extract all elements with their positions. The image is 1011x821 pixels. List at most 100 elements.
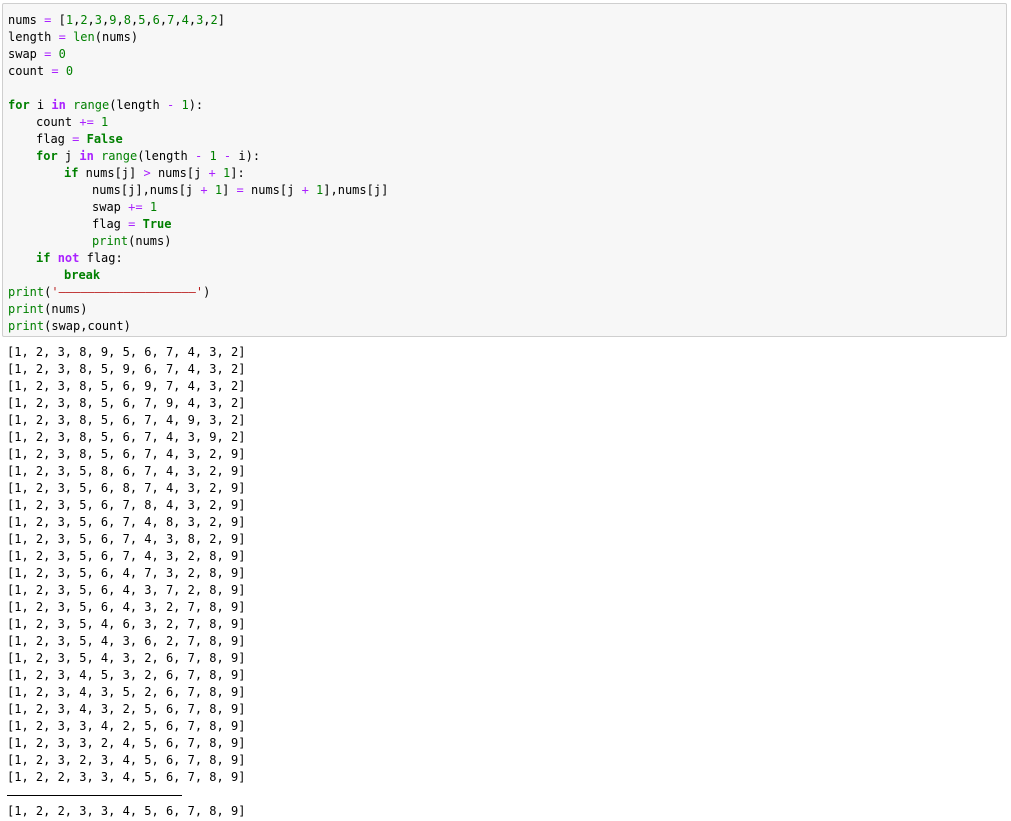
code-token: +=: [128, 200, 143, 214]
code-token: length: [8, 30, 52, 44]
code-token: 0: [65, 64, 74, 78]
code-token: 3: [94, 13, 103, 27]
output-line: [1, 2, 3, 5, 6, 4, 7, 3, 2, 8, 9]: [7, 566, 246, 580]
code-token: for: [8, 98, 30, 112]
output-separator-rule: [7, 795, 182, 796]
code-line: print(nums): [8, 233, 1006, 250]
code-token: print: [8, 285, 45, 299]
code-token: 0: [58, 47, 66, 61]
code-token: [: [58, 13, 66, 27]
output-line: [1, 2, 3, 8, 5, 9, 6, 7, 4, 3, 2]: [7, 362, 246, 376]
code-token: nums: [8, 13, 37, 27]
code-token: 4: [181, 13, 189, 27]
code-token: len: [73, 30, 95, 44]
code-token: 1: [101, 115, 109, 129]
output-line: [1, 2, 3, 4, 5, 3, 2, 6, 7, 8, 9]: [7, 668, 246, 682]
output-line: [1, 2, 3, 8, 5, 6, 7, 4, 3, 9, 2]: [7, 430, 246, 444]
output-line: [1, 2, 3, 8, 5, 6, 7, 4, 9, 3, 2]: [7, 413, 246, 427]
code-line: print('———————————————————'): [8, 284, 1006, 301]
code-token: nums[j: [150, 166, 209, 180]
output-line: [1, 2, 3, 5, 6, 4, 3, 7, 2, 8, 9]: [7, 583, 246, 597]
code-token: +=: [79, 115, 94, 129]
cell-output: [1, 2, 3, 8, 9, 5, 6, 7, 4, 3, 2] [1, 2, …: [7, 344, 1007, 786]
code-line: swap = 0: [8, 46, 1006, 63]
code-token: 1: [214, 183, 223, 197]
code-token: +: [301, 183, 309, 197]
code-token: swap: [92, 200, 121, 214]
code-token: ]: [222, 183, 237, 197]
code-token: flag:: [79, 251, 123, 265]
code-token: True: [142, 217, 172, 231]
code-token: ,: [145, 13, 153, 27]
code-token: i):: [231, 149, 261, 163]
code-token: ]: [217, 13, 225, 27]
code-token: print: [8, 302, 45, 316]
code-token: nums[j]: [78, 166, 144, 180]
code-token: (length: [137, 149, 195, 163]
code-token: if: [36, 251, 51, 265]
output-line: [1, 2, 3, 8, 9, 5, 6, 7, 4, 3, 2]: [7, 345, 246, 359]
code-token: 1: [65, 13, 74, 27]
output-line: [1, 2, 3, 8, 5, 6, 7, 9, 4, 3, 2]: [7, 396, 246, 410]
code-token: ,: [188, 13, 197, 27]
code-line: break: [8, 267, 1006, 284]
code-token: swap: [8, 47, 37, 61]
output-line: [1, 2, 3, 4, 3, 5, 2, 6, 7, 8, 9]: [7, 685, 246, 699]
code-line: print(swap,count): [8, 318, 1006, 335]
code-line: swap += 1: [8, 199, 1006, 216]
code-token: print: [92, 234, 129, 248]
code-token: 1: [149, 200, 158, 214]
code-line: for i in range(length - 1):: [8, 97, 1006, 114]
output-line: [1, 2, 3, 8, 5, 6, 7, 4, 3, 2, 9]: [7, 447, 246, 461]
code-token: print: [8, 319, 45, 333]
code-line: if not flag:: [8, 250, 1006, 267]
code-token: count: [8, 64, 45, 78]
code-token: j: [57, 149, 80, 163]
code-line: flag = False: [8, 131, 1006, 148]
output-line: [1, 2, 3, 5, 6, 8, 7, 4, 3, 2, 9]: [7, 481, 246, 495]
code-line: count = 0: [8, 63, 1006, 80]
code-token: =: [236, 183, 244, 197]
output-line: [1, 2, 2, 3, 3, 4, 5, 6, 7, 8, 9]: [7, 770, 246, 784]
output-line: [1, 2, 3, 5, 8, 6, 7, 4, 3, 2, 9]: [7, 464, 246, 478]
code-token: flag: [36, 132, 65, 146]
code-token: 2: [80, 13, 88, 27]
code-token: not: [57, 251, 80, 265]
code-cell-input[interactable]: nums = [1,2,3,9,8,5,6,7,4,3,2] length = l…: [2, 3, 1007, 337]
output-line: [1, 2, 3, 3, 4, 2, 5, 6, 7, 8, 9]: [7, 719, 246, 733]
code-token: ):: [188, 98, 204, 112]
code-token: ,: [116, 13, 124, 27]
code-token: if: [64, 166, 79, 180]
code-line: nums = [1,2,3,9,8,5,6,7,4,3,2]: [8, 12, 1006, 29]
output-line: [1, 2, 3, 5, 6, 7, 4, 3, 8, 2, 9]: [7, 532, 246, 546]
code-line: nums[j],nums[j + 1] = nums[j + 1],nums[j…: [8, 182, 1006, 199]
code-token: 1: [209, 149, 217, 163]
code-token: break: [64, 268, 101, 282]
code-token: >: [143, 166, 151, 180]
code-token: (swap,count): [44, 319, 131, 333]
output-line: [1, 2, 3, 4, 3, 2, 5, 6, 7, 8, 9]: [7, 702, 246, 716]
code-token: 2: [210, 13, 218, 27]
code-token: (nums): [94, 30, 139, 44]
output-line: [1, 2, 3, 5, 4, 3, 2, 6, 7, 8, 9]: [7, 651, 246, 665]
code-token: ,: [203, 13, 211, 27]
code-token: ],nums[j]: [323, 183, 389, 197]
code-token: 8: [123, 13, 131, 27]
code-token: in: [51, 98, 66, 112]
output-line: [1, 2, 3, 5, 4, 3, 6, 2, 7, 8, 9]: [7, 634, 246, 648]
code-editor[interactable]: nums = [1,2,3,9,8,5,6,7,4,3,2] length = l…: [8, 12, 1006, 335]
code-token: in: [79, 149, 94, 163]
code-token: ): [203, 285, 211, 299]
output-line: [1, 2, 3, 5, 6, 7, 4, 8, 3, 2, 9]: [7, 515, 246, 529]
code-token: ,: [87, 13, 95, 27]
